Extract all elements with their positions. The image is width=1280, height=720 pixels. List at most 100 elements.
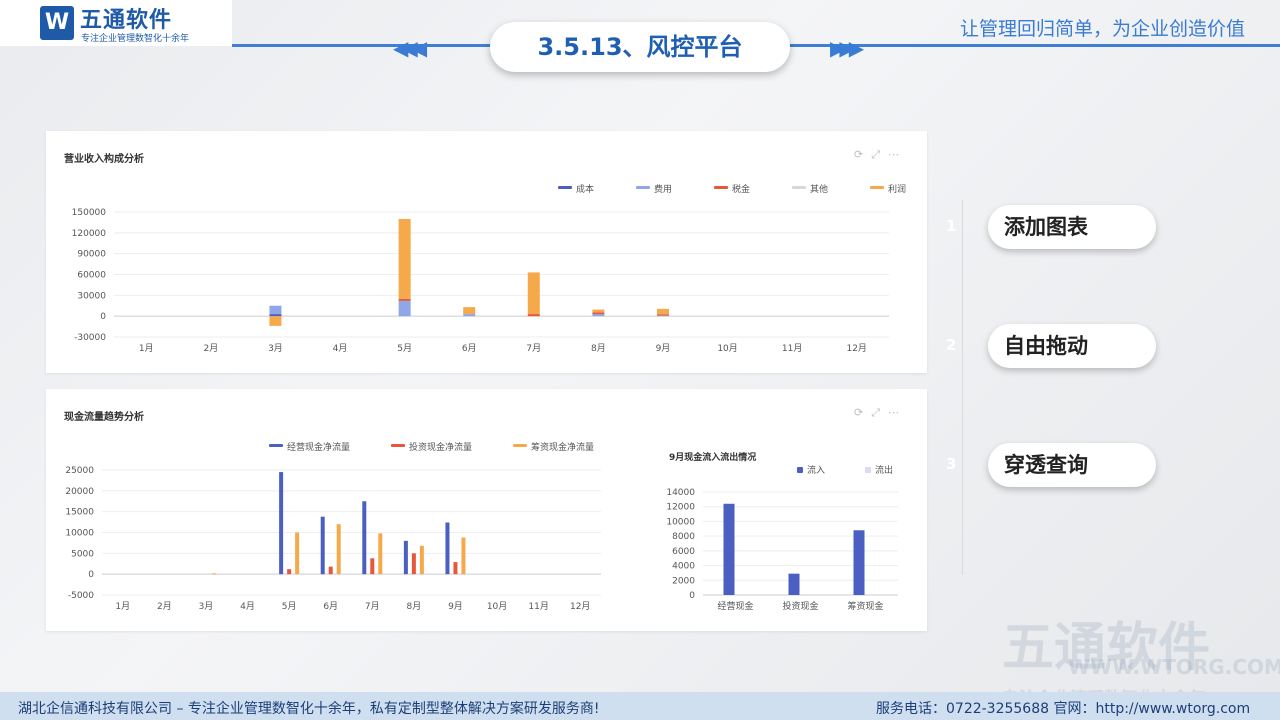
bar[interactable] bbox=[269, 314, 282, 317]
bar[interactable] bbox=[411, 553, 416, 575]
x-tick-label: 投资现金 bbox=[782, 600, 818, 612]
y-tick-label: 25000 bbox=[65, 466, 94, 476]
bar[interactable] bbox=[269, 316, 282, 326]
bar[interactable] bbox=[211, 573, 216, 575]
bar[interactable] bbox=[398, 298, 411, 301]
side-menu-number: 1 bbox=[946, 217, 957, 235]
bar[interactable] bbox=[592, 312, 605, 315]
legend-swatch bbox=[391, 444, 405, 447]
bar[interactable] bbox=[336, 524, 341, 575]
side-menu-number: 3 bbox=[946, 455, 957, 473]
x-tick-label: 筹资现金 bbox=[847, 600, 883, 612]
bar[interactable] bbox=[295, 532, 300, 575]
revenue-chart: 成本 费用 税金 其他 利润 150000 120000 90000 60000 30000 0 -… bbox=[72, 183, 906, 354]
bar[interactable] bbox=[320, 516, 325, 575]
bar[interactable] bbox=[527, 314, 540, 317]
page-title: 3.5.13、风控平台 bbox=[490, 22, 790, 72]
y-tick-label: 2000 bbox=[672, 576, 695, 586]
legend-label[interactable]: 其他 bbox=[810, 183, 828, 195]
x-tick-label: 6月 bbox=[323, 601, 338, 612]
bar[interactable] bbox=[328, 566, 333, 575]
x-tick-label: 9月 bbox=[448, 601, 463, 612]
bar[interactable] bbox=[398, 218, 411, 299]
legend-label[interactable]: 利润 bbox=[888, 183, 906, 195]
bar[interactable] bbox=[461, 537, 466, 575]
side-menu-button[interactable]: 自由拖动 bbox=[988, 324, 1156, 368]
bar[interactable] bbox=[853, 530, 865, 595]
x-tick-label: 6月 bbox=[462, 343, 477, 354]
legend-label[interactable]: 流出 bbox=[875, 464, 893, 476]
bar[interactable] bbox=[592, 309, 605, 313]
bar[interactable] bbox=[403, 540, 408, 575]
side-menu-button[interactable]: 添加图表 bbox=[988, 205, 1156, 249]
y-tick-label: 0 bbox=[100, 312, 106, 322]
bar[interactable] bbox=[656, 314, 669, 316]
bar[interactable] bbox=[463, 314, 476, 317]
x-tick-label: 1月 bbox=[139, 343, 154, 354]
legend-label[interactable]: 税金 bbox=[732, 183, 750, 195]
bar[interactable] bbox=[287, 569, 292, 575]
bar[interactable] bbox=[419, 545, 424, 575]
bar[interactable] bbox=[362, 501, 367, 575]
bar[interactable] bbox=[723, 503, 735, 595]
y-tick-label: 14000 bbox=[666, 488, 695, 498]
bar[interactable] bbox=[656, 308, 669, 315]
bar[interactable] bbox=[453, 562, 458, 575]
y-tick-label: 5000 bbox=[71, 549, 94, 559]
chevron-left-icon: ◀◀◀ bbox=[393, 36, 427, 60]
bar[interactable] bbox=[378, 533, 383, 575]
bar[interactable] bbox=[463, 307, 476, 315]
bar[interactable] bbox=[527, 272, 540, 315]
bar[interactable] bbox=[370, 558, 375, 575]
bar[interactable] bbox=[656, 315, 669, 317]
legend-swatch bbox=[513, 444, 527, 447]
y-tick-label: 150000 bbox=[72, 208, 107, 218]
x-tick-label: 3月 bbox=[268, 343, 283, 354]
bar[interactable] bbox=[269, 305, 282, 315]
legend-swatch bbox=[792, 186, 806, 189]
y-tick-label: 60000 bbox=[77, 271, 106, 281]
legend-label[interactable]: 投资现金净流量 bbox=[409, 441, 472, 453]
y-tick-label: 12000 bbox=[666, 503, 695, 513]
logo-subtitle: 专注企业管理数智化十余年 bbox=[81, 34, 190, 44]
footer-company: 湖北企信通科技有限公司 – 专注企业管理数智化十余年，私有定制型整体解决方案研发… bbox=[18, 701, 600, 717]
legend-label[interactable]: 筹资现金净流量 bbox=[531, 441, 594, 453]
bar[interactable] bbox=[788, 573, 800, 595]
x-tick-label: 1月 bbox=[115, 601, 130, 612]
x-tick-label: 2月 bbox=[204, 343, 219, 354]
x-tick-label: 4月 bbox=[333, 343, 348, 354]
bar[interactable] bbox=[279, 472, 284, 575]
x-tick-label: 9月 bbox=[656, 343, 671, 354]
y-tick-label: 0 bbox=[689, 591, 695, 601]
cashflow-chart: 经营现金净流量 投资现金净流量 筹资现金净流量 250002000015000100… bbox=[65, 441, 898, 612]
x-tick-label: 5月 bbox=[282, 601, 297, 612]
legend-swatch bbox=[797, 467, 803, 473]
y-tick-label: 30000 bbox=[77, 291, 106, 301]
x-tick-label: 11月 bbox=[528, 601, 548, 612]
y-tick-label: 15000 bbox=[65, 508, 94, 518]
y-tick-label: 10000 bbox=[65, 529, 94, 539]
x-tick-label: 8月 bbox=[407, 601, 422, 612]
bar[interactable] bbox=[592, 314, 605, 317]
logo-title: 五通软件 bbox=[80, 8, 173, 33]
x-tick-label: 8月 bbox=[591, 343, 606, 354]
legend-swatch bbox=[558, 186, 572, 189]
cashflow-panel: 现金流量趋势分析 ⟳⤢⋯ 9月现金流入流出情况 经营现金净流量 投资现金净流量 筹资… bbox=[46, 389, 927, 631]
legend-label[interactable]: 经营现金净流量 bbox=[287, 441, 350, 453]
legend-swatch bbox=[870, 186, 884, 189]
side-menu-number: 2 bbox=[946, 336, 957, 354]
revenue-panel: 营业收入构成分析 ⟳⤢⋯ 成本 费用 税金 其他 利润 150000 120000 9000… bbox=[46, 131, 927, 373]
bar[interactable] bbox=[445, 522, 450, 575]
y-tick-label: 6000 bbox=[672, 547, 695, 557]
legend-label[interactable]: 费用 bbox=[654, 183, 672, 195]
x-tick-label: 经营现金 bbox=[717, 600, 753, 612]
footer-contact: 服务电话：0722-3255688 官网：http://www.wtorg.co… bbox=[876, 701, 1251, 717]
legend-label[interactable]: 流入 bbox=[807, 464, 825, 476]
y-tick-label: -30000 bbox=[74, 333, 106, 343]
side-menu-button[interactable]: 穿透查询 bbox=[988, 443, 1156, 487]
x-tick-label: 12月 bbox=[570, 601, 590, 612]
x-tick-label: 11月 bbox=[782, 343, 802, 354]
watermark-url: WWW.WTORG.COM bbox=[1068, 655, 1280, 679]
bar[interactable] bbox=[398, 300, 411, 317]
legend-label[interactable]: 成本 bbox=[576, 183, 594, 195]
